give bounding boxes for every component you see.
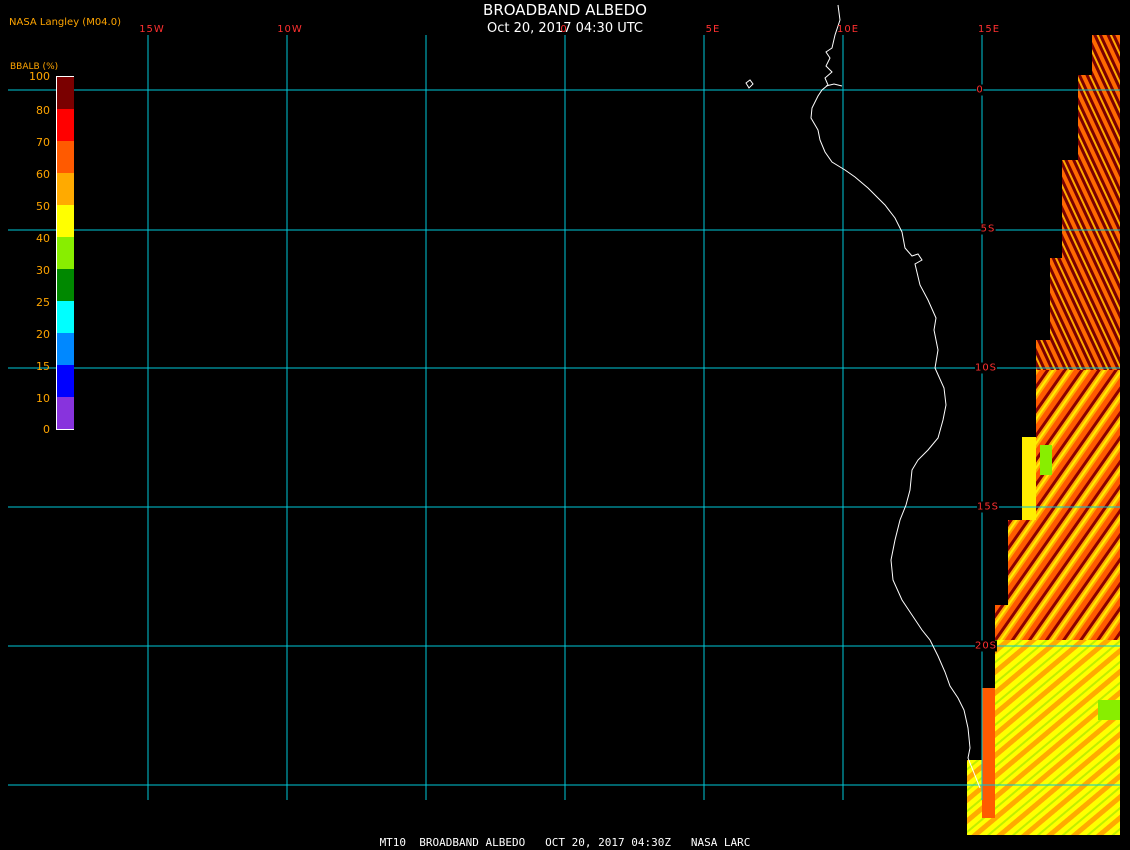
legend-swatch [57,141,74,173]
gabon-estuary [825,83,843,87]
swath-green-patch [1098,700,1120,720]
legend-swatch [57,301,74,333]
legend-label: 80 [36,104,50,117]
legend-swatch [57,333,74,365]
lon-label-15w: 15W [139,24,165,35]
lat-label-5s: 5S [980,223,996,235]
map-title: BROADBAND ALBEDO [483,1,647,19]
lat-label-0: 0 [976,84,984,96]
lat-label-15s: 15S [976,501,1000,513]
lat-label-10s: 10S [974,362,998,374]
producer-credit: NASA Langley (M04.0) [9,17,121,28]
bioko-island [745,79,754,89]
legend-label: 40 [36,232,50,245]
lon-label-0: 0 [560,24,568,35]
legend-swatch [57,205,74,237]
lat-label-20s: 20S [974,640,998,652]
legend-swatch [57,269,74,301]
legend-swatch [57,365,74,397]
legend-label: 50 [36,200,50,213]
legend-label: 70 [36,136,50,149]
legend-swatch [57,77,74,109]
coastline [745,4,981,789]
lon-label-15e: 15E [977,24,1001,35]
swath-orange-strip [982,688,995,818]
map-canvas [8,4,1120,835]
legend-label: 15 [36,360,50,373]
legend-label: 60 [36,168,50,181]
swath-yellow-strip [1022,437,1036,520]
legend-label: 20 [36,328,50,341]
legend-swatch [57,173,74,205]
footer-caption: MT10 BROADBAND ALBEDO OCT 20, 2017 04:30… [379,836,751,849]
swath-mid [995,370,1120,640]
legend-swatch [57,109,74,141]
lon-label-10w: 10W [277,24,303,35]
swath-dark-north [1036,35,1120,370]
albedo-swath [967,35,1120,835]
graticule [8,35,1120,800]
legend-label: 100 [29,70,50,83]
legend-swatch [57,237,74,269]
legend-swatch [57,397,74,429]
legend-label: 30 [36,264,50,277]
swath-green-patch-2 [1040,445,1052,475]
legend-label: 25 [36,296,50,309]
lon-label-10e: 10E [836,24,860,35]
legend-label: 10 [36,392,50,405]
lon-label-5e: 5E [705,24,721,35]
africa-coastline [810,4,981,789]
legend-label: 0 [43,423,50,436]
